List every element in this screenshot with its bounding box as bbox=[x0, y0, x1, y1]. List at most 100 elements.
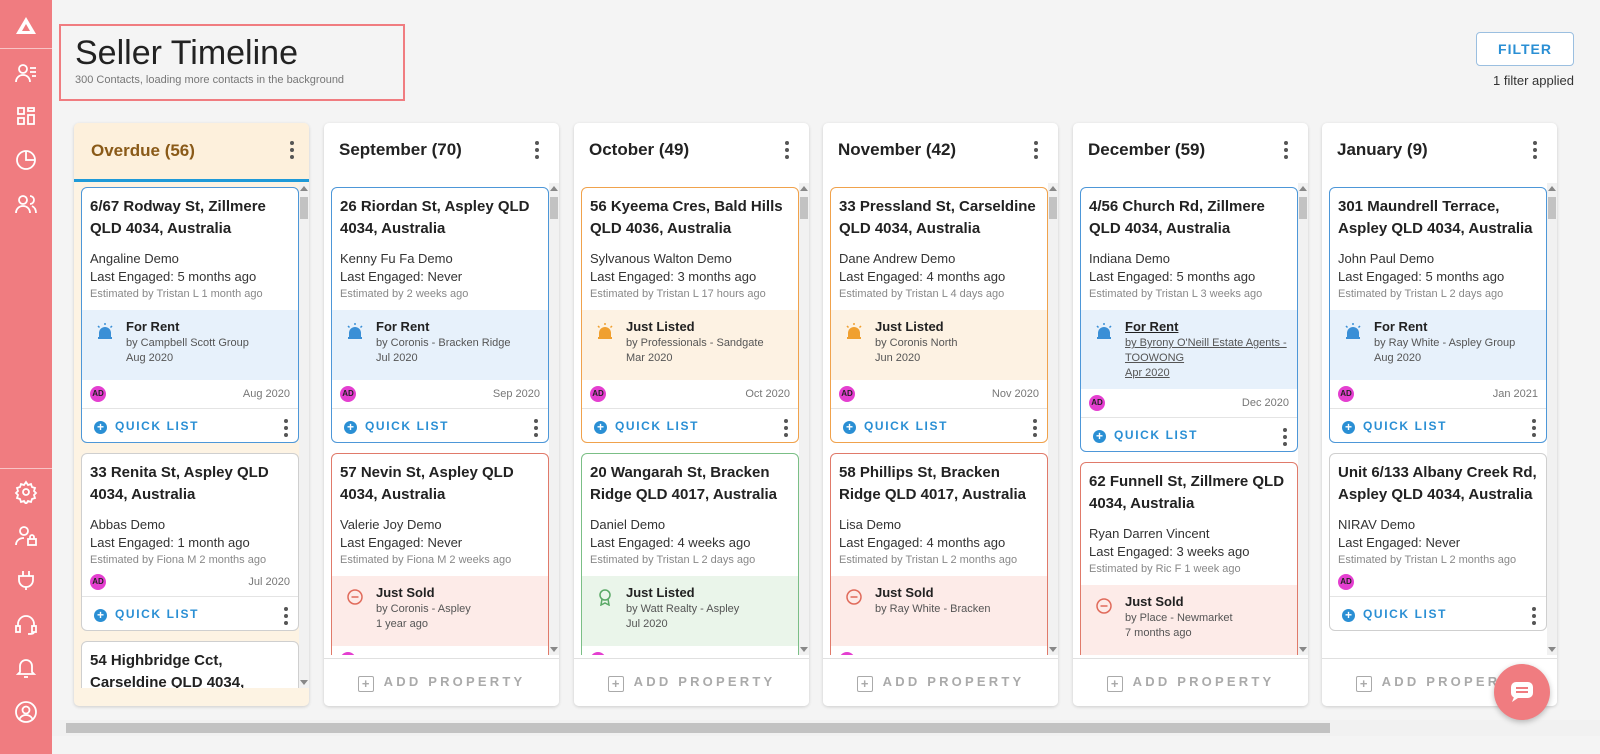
property-address[interactable]: 33 Pressland St, Carseldine QLD 4034, Au… bbox=[839, 196, 1039, 240]
scroll-down-icon[interactable] bbox=[1299, 647, 1307, 652]
card-menu-icon[interactable] bbox=[784, 419, 788, 440]
property-address[interactable]: 4/56 Church Rd, Zillmere QLD 4034, Austr… bbox=[1089, 196, 1289, 240]
property-address[interactable]: 57 Nevin St, Aspley QLD 4034, Australia bbox=[340, 462, 540, 506]
contact-name[interactable]: Ryan Darren Vincent bbox=[1089, 525, 1289, 543]
contact-name[interactable]: NIRAV Demo bbox=[1338, 516, 1538, 534]
chat-button[interactable] bbox=[1494, 664, 1550, 720]
property-card[interactable]: Unit 6/133 Albany Creek Rd, Aspley QLD 4… bbox=[1329, 453, 1547, 631]
card-list[interactable]: 4/56 Church Rd, Zillmere QLD 4034, Austr… bbox=[1073, 183, 1308, 655]
scroll-down-icon[interactable] bbox=[1049, 647, 1057, 652]
property-card[interactable]: 56 Kyeema Cres, Bald Hills QLD 4036, Aus… bbox=[581, 187, 799, 443]
avatar[interactable]: AD bbox=[340, 652, 356, 655]
property-card[interactable]: 4/56 Church Rd, Zillmere QLD 4034, Austr… bbox=[1080, 187, 1298, 452]
scrollbar-thumb[interactable] bbox=[1049, 197, 1057, 219]
property-address[interactable]: 58 Phillips St, Bracken Ridge QLD 4017, … bbox=[839, 462, 1039, 506]
contact-name[interactable]: Angaline Demo bbox=[90, 250, 290, 268]
vertical-scrollbar[interactable] bbox=[799, 183, 809, 655]
column-menu-icon[interactable] bbox=[1533, 141, 1537, 159]
quick-list-button[interactable]: + QUICK LIST bbox=[1093, 428, 1198, 443]
people-icon[interactable] bbox=[14, 192, 38, 216]
bell-icon[interactable] bbox=[14, 656, 38, 680]
card-menu-icon[interactable] bbox=[1532, 607, 1536, 628]
settings-icon[interactable] bbox=[14, 480, 38, 504]
scroll-down-icon[interactable] bbox=[550, 647, 558, 652]
property-address[interactable]: 26 Riordan St, Aspley QLD 4034, Australi… bbox=[340, 196, 540, 240]
contact-name[interactable]: Valerie Joy Demo bbox=[340, 516, 540, 534]
property-card[interactable]: 33 Renita St, Aspley QLD 4034, Australia… bbox=[81, 453, 299, 631]
user-lock-icon[interactable] bbox=[14, 524, 38, 548]
property-address[interactable]: 20 Wangarah St, Bracken Ridge QLD 4017, … bbox=[590, 462, 790, 506]
vertical-scrollbar[interactable] bbox=[1298, 183, 1308, 655]
card-menu-icon[interactable] bbox=[534, 419, 538, 440]
property-card[interactable]: 26 Riordan St, Aspley QLD 4034, Australi… bbox=[331, 187, 549, 443]
property-address[interactable]: 6/67 Rodway St, Zillmere QLD 4034, Austr… bbox=[90, 196, 290, 240]
property-card[interactable]: 62 Funnell St, Zillmere QLD 4034, Austra… bbox=[1080, 462, 1298, 655]
property-card[interactable]: 20 Wangarah St, Bracken Ridge QLD 4017, … bbox=[581, 453, 799, 655]
avatar[interactable]: AD bbox=[590, 386, 606, 402]
card-list[interactable]: 6/67 Rodway St, Zillmere QLD 4034, Austr… bbox=[74, 183, 309, 688]
add-property-button[interactable]: + ADD PROPERTY bbox=[1073, 658, 1308, 706]
property-address[interactable]: 62 Funnell St, Zillmere QLD 4034, Austra… bbox=[1089, 471, 1289, 515]
quick-list-button[interactable]: + QUICK LIST bbox=[1342, 607, 1447, 622]
card-menu-icon[interactable] bbox=[284, 607, 288, 628]
contact-name[interactable]: Dane Andrew Demo bbox=[839, 250, 1039, 268]
scrollbar-thumb[interactable] bbox=[66, 723, 1330, 733]
column-menu-icon[interactable] bbox=[535, 141, 539, 159]
card-list[interactable]: 33 Pressland St, Carseldine QLD 4034, Au… bbox=[823, 183, 1058, 655]
contact-name[interactable]: Sylvanous Walton Demo bbox=[590, 250, 790, 268]
card-menu-icon[interactable] bbox=[1033, 419, 1037, 440]
scroll-up-icon[interactable] bbox=[800, 186, 808, 191]
avatar[interactable]: AD bbox=[90, 386, 106, 402]
contact-name[interactable]: Kenny Fu Fa Demo bbox=[340, 250, 540, 268]
horizontal-scrollbar[interactable] bbox=[52, 720, 1600, 736]
contact-name[interactable]: Daniel Demo bbox=[590, 516, 790, 534]
dashboard-icon[interactable] bbox=[14, 104, 38, 128]
scroll-down-icon[interactable] bbox=[300, 680, 308, 685]
avatar[interactable]: AD bbox=[1089, 395, 1105, 411]
card-menu-icon[interactable] bbox=[1532, 419, 1536, 440]
account-icon[interactable] bbox=[14, 700, 38, 724]
add-property-button[interactable]: + ADD PROPERTY bbox=[823, 658, 1058, 706]
filter-button[interactable]: FILTER bbox=[1476, 32, 1574, 66]
scroll-down-icon[interactable] bbox=[1548, 647, 1556, 652]
vertical-scrollbar[interactable] bbox=[1048, 183, 1058, 655]
property-card[interactable]: 6/67 Rodway St, Zillmere QLD 4034, Austr… bbox=[81, 187, 299, 443]
quick-list-button[interactable]: + QUICK LIST bbox=[1342, 419, 1447, 434]
vertical-scrollbar[interactable] bbox=[1547, 183, 1557, 655]
scrollbar-thumb[interactable] bbox=[1299, 197, 1307, 219]
scroll-up-icon[interactable] bbox=[1049, 186, 1057, 191]
property-card[interactable]: 54 Highbridge Cct, Carseldine QLD 4034, bbox=[81, 641, 299, 688]
property-card[interactable]: 33 Pressland St, Carseldine QLD 4034, Au… bbox=[830, 187, 1048, 443]
avatar[interactable]: AD bbox=[839, 386, 855, 402]
property-address[interactable]: 54 Highbridge Cct, Carseldine QLD 4034, bbox=[90, 650, 290, 688]
contact-name[interactable]: Indiana Demo bbox=[1089, 250, 1289, 268]
contact-name[interactable]: John Paul Demo bbox=[1338, 250, 1538, 268]
quick-list-button[interactable]: + QUICK LIST bbox=[843, 419, 948, 434]
column-menu-icon[interactable] bbox=[290, 141, 294, 159]
headset-icon[interactable] bbox=[14, 612, 38, 636]
avatar[interactable]: AD bbox=[1338, 574, 1354, 590]
vertical-scrollbar[interactable] bbox=[549, 183, 559, 655]
property-card[interactable]: 57 Nevin St, Aspley QLD 4034, Australia V… bbox=[331, 453, 549, 655]
scroll-up-icon[interactable] bbox=[550, 186, 558, 191]
avatar[interactable]: AD bbox=[839, 652, 855, 655]
scrollbar-thumb[interactable] bbox=[1548, 197, 1556, 219]
card-list[interactable]: 56 Kyeema Cres, Bald Hills QLD 4036, Aus… bbox=[574, 183, 809, 655]
card-list[interactable]: 301 Maundrell Terrace, Aspley QLD 4034, … bbox=[1322, 183, 1557, 655]
column-menu-icon[interactable] bbox=[1284, 141, 1288, 159]
vertical-scrollbar[interactable] bbox=[299, 183, 309, 688]
card-menu-icon[interactable] bbox=[284, 419, 288, 440]
avatar[interactable]: AD bbox=[590, 652, 606, 655]
quick-list-button[interactable]: + QUICK LIST bbox=[94, 419, 199, 434]
quick-list-button[interactable]: + QUICK LIST bbox=[344, 419, 449, 434]
scroll-up-icon[interactable] bbox=[1548, 186, 1556, 191]
scroll-up-icon[interactable] bbox=[300, 186, 308, 191]
logo-icon[interactable] bbox=[14, 14, 38, 38]
scroll-up-icon[interactable] bbox=[1299, 186, 1307, 191]
add-property-button[interactable]: + ADD PROPERTY bbox=[574, 658, 809, 706]
card-menu-icon[interactable] bbox=[1283, 428, 1287, 449]
column-menu-icon[interactable] bbox=[1034, 141, 1038, 159]
property-address[interactable]: 56 Kyeema Cres, Bald Hills QLD 4036, Aus… bbox=[590, 196, 790, 240]
avatar[interactable]: AD bbox=[340, 386, 356, 402]
listing-status[interactable]: For Rent by Byrony O'Neill Estate Agents… bbox=[1081, 310, 1297, 389]
